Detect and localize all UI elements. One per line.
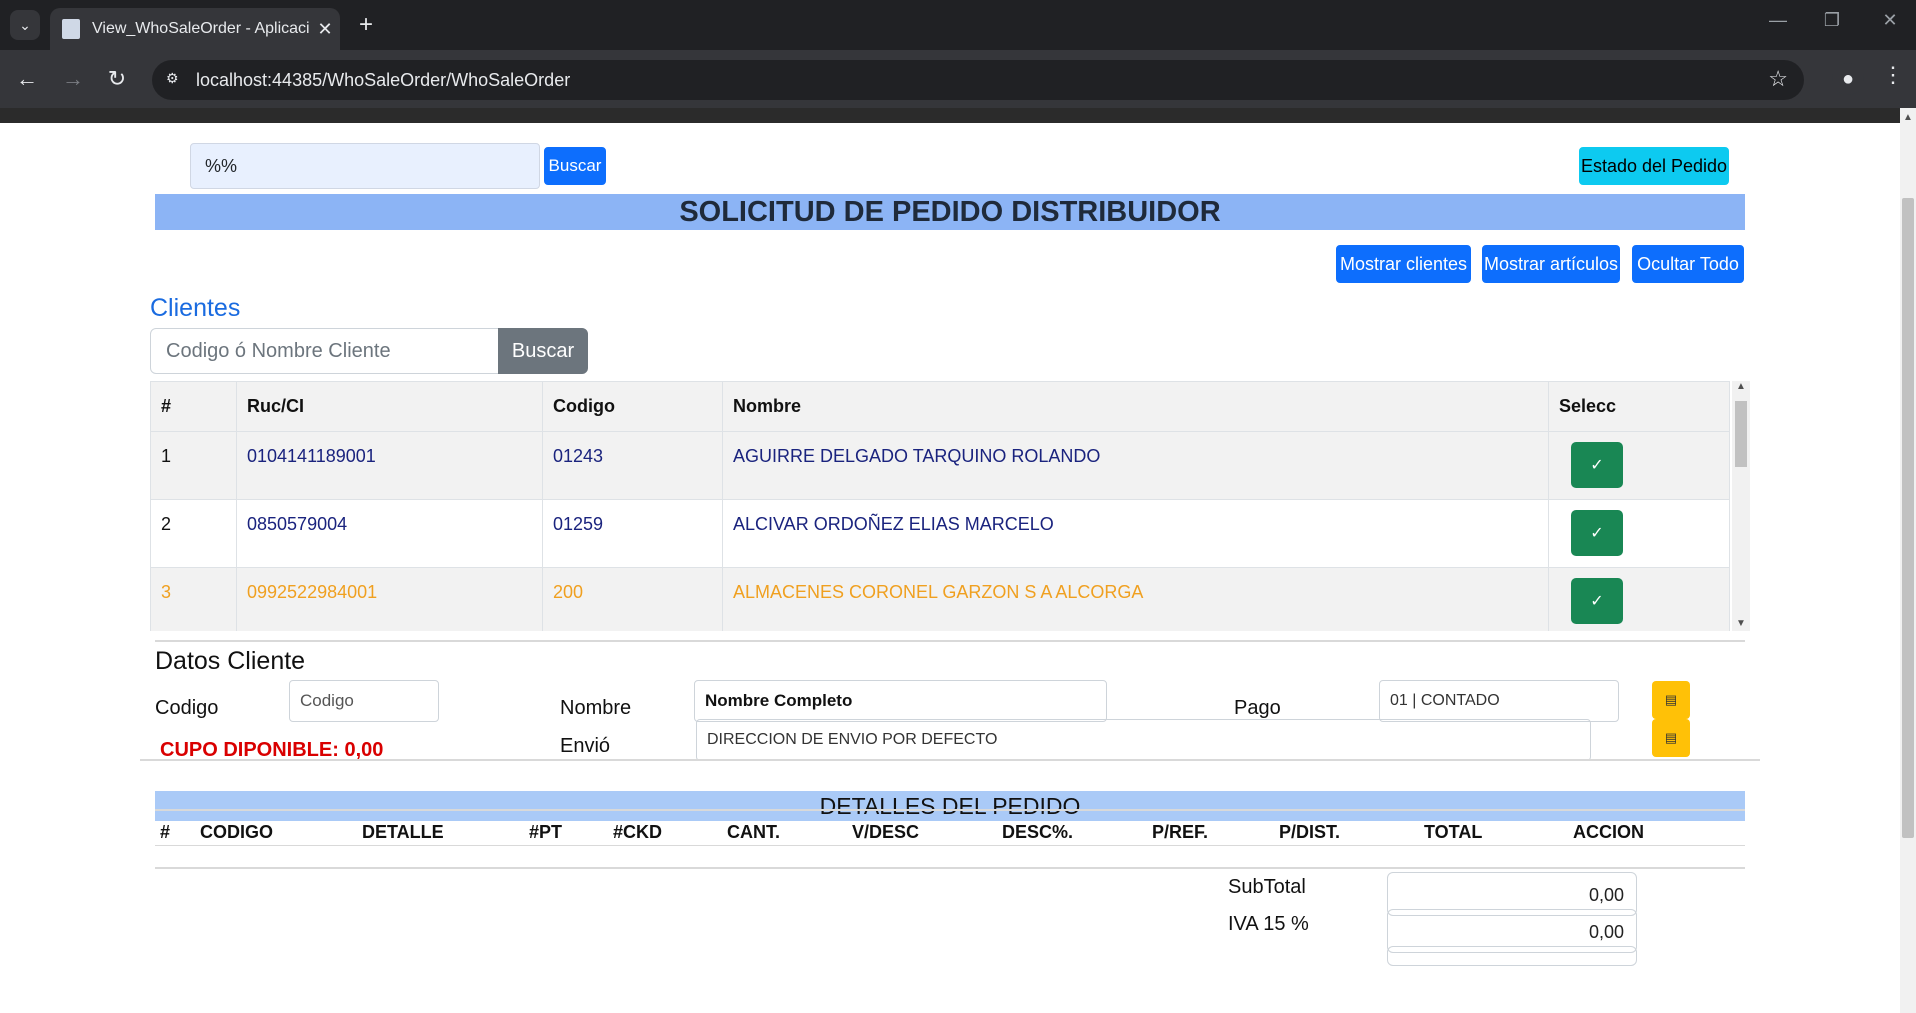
clients-table: # Ruc/CI Codigo Nombre Selecc 1 01041411… — [150, 381, 1750, 631]
nombre-input[interactable]: Nombre Completo — [694, 680, 1107, 722]
det-col-total: TOTAL — [1424, 822, 1483, 842]
divider — [155, 867, 1745, 869]
row-select-cell: ✓ — [1548, 567, 1730, 631]
col-header-nombre: Nombre — [722, 381, 1549, 432]
mostrar-clientes-button[interactable]: Mostrar clientes — [1336, 245, 1471, 283]
address-bar[interactable]: ⚙ localhost:44385/WhoSaleOrder/WhoSaleOr… — [152, 60, 1804, 100]
det-col-cant: CANT. — [727, 822, 780, 842]
det-col-num: # — [160, 822, 171, 842]
select-check-icon[interactable]: ✓ — [1571, 578, 1623, 624]
back-icon[interactable]: ← — [12, 64, 42, 94]
detalles-title: DETALLES DEL PEDIDO — [155, 791, 1745, 821]
det-col-accion: ACCION — [1573, 822, 1644, 842]
table-scrollbar[interactable]: ▲ ▼ — [1732, 381, 1750, 631]
envio-select-icon[interactable]: ▤ — [1652, 719, 1690, 757]
row-ruc: 0992522984001 — [236, 567, 543, 631]
reload-icon[interactable]: ↻ — [102, 64, 132, 94]
det-col-pt: #PT — [529, 822, 563, 842]
pago-label: Pago — [1234, 697, 1281, 719]
det-col-pref: P/REF. — [1152, 822, 1209, 842]
row-ruc: 0850579004 — [236, 499, 543, 568]
nombre-label: Nombre — [560, 697, 632, 719]
clientes-title: Clientes — [150, 294, 241, 322]
mostrar-articulos-button[interactable]: Mostrar artículos — [1482, 245, 1620, 283]
url-text: localhost:44385/WhoSaleOrder/WhoSaleOrde… — [196, 69, 571, 90]
scroll-up-arrow-icon[interactable]: ▲ — [1903, 112, 1913, 123]
select-check-icon[interactable]: ✓ — [1571, 442, 1623, 488]
det-col-vdesc: V/DESC — [852, 822, 920, 842]
envio-label: Envió — [560, 735, 611, 757]
col-header-num: # — [150, 381, 237, 432]
order-search-input[interactable]: %% — [190, 143, 540, 189]
divider — [155, 640, 1745, 642]
scroll-up-arrow-icon[interactable]: ▲ — [1736, 381, 1746, 392]
subtotal-label: SubTotal — [1228, 876, 1306, 898]
pago-input[interactable]: 01 | CONTADO — [1379, 680, 1619, 722]
close-tab-icon[interactable]: ✕ — [310, 19, 340, 40]
row-number: 2 — [150, 499, 237, 568]
client-search-input[interactable]: Codigo ó Nombre Cliente — [150, 328, 500, 374]
col-header-codigo: Codigo — [542, 381, 723, 432]
page-scrollbar[interactable]: ▲ — [1900, 108, 1916, 1013]
total-input[interactable] — [1387, 946, 1637, 966]
divider — [155, 845, 1745, 846]
datos-cliente-title: Datos Cliente — [155, 647, 306, 675]
restore-icon[interactable]: ❐ — [1812, 10, 1852, 31]
forward-icon[interactable]: → — [58, 64, 88, 94]
col-header-ruc: Ruc/CI — [236, 381, 543, 432]
row-nombre: ALCIVAR ORDOÑEZ ELIAS MARCELO — [722, 499, 1549, 568]
window-close-icon[interactable]: ✕ — [1870, 10, 1910, 31]
det-col-codigo: CODIGO — [200, 822, 274, 842]
page-title: SOLICITUD DE PEDIDO DISTRIBUIDOR — [155, 194, 1745, 230]
det-col-ckd: #CKD — [613, 822, 663, 842]
det-col-pdist: P/DIST. — [1279, 822, 1341, 842]
row-codigo: 01259 — [542, 499, 723, 568]
page-icon — [62, 19, 80, 39]
tab-title: View_WhoSaleOrder - Aplicació — [92, 20, 310, 37]
browser-tabbar: ⌄ View_WhoSaleOrder - Aplicació ✕ + — ❐ … — [0, 0, 1916, 50]
divider — [140, 759, 1760, 761]
divider — [155, 809, 1745, 811]
codigo-label: Codigo — [155, 697, 219, 719]
row-number: 1 — [150, 431, 237, 500]
scroll-thumb[interactable] — [1902, 198, 1914, 838]
page-content: %% Buscar Estado del Pedido SOLICITUD DE… — [0, 123, 1900, 1013]
minimize-icon[interactable]: — — [1758, 10, 1798, 31]
row-nombre: AGUIRRE DELGADO TARQUINO ROLANDO — [722, 431, 1549, 500]
ocultar-todo-button[interactable]: Ocultar Todo — [1632, 245, 1744, 283]
table-row: 3 0992522984001 200 ALMACENES CORONEL GA… — [150, 567, 1730, 631]
table-header-row: # Ruc/CI Codigo Nombre Selecc — [150, 381, 1730, 432]
codigo-input[interactable]: Codigo — [289, 680, 439, 722]
new-tab-icon[interactable]: + — [352, 10, 380, 40]
bookmark-star-icon[interactable]: ☆ — [1768, 66, 1788, 92]
estado-pedido-button[interactable]: Estado del Pedido — [1579, 147, 1729, 185]
row-codigo: 01243 — [542, 431, 723, 500]
site-info-icon[interactable]: ⚙ — [166, 70, 186, 90]
table-scroll-thumb[interactable] — [1735, 401, 1747, 467]
table-row: 1 0104141189001 01243 AGUIRRE DELGADO TA… — [150, 431, 1730, 500]
row-codigo: 200 — [542, 567, 723, 631]
order-search-button[interactable]: Buscar — [544, 147, 606, 185]
profile-icon[interactable]: ● — [1832, 63, 1864, 95]
select-check-icon[interactable]: ✓ — [1571, 510, 1623, 556]
page-navbar — [0, 108, 1900, 123]
det-col-detalle: DETALLE — [362, 822, 444, 842]
scroll-down-arrow-icon[interactable]: ▼ — [1736, 618, 1746, 629]
row-select-cell: ✓ — [1548, 431, 1730, 500]
row-ruc: 0104141189001 — [236, 431, 543, 500]
menu-kebab-icon[interactable]: ⋮ — [1882, 62, 1904, 88]
tab-search-icon[interactable]: ⌄ — [10, 10, 40, 40]
client-search-button[interactable]: Buscar — [498, 328, 588, 374]
row-number: 3 — [150, 567, 237, 631]
row-nombre: ALMACENES CORONEL GARZON S A ALCORGA — [722, 567, 1549, 631]
row-select-cell: ✓ — [1548, 499, 1730, 568]
browser-tab[interactable]: View_WhoSaleOrder - Aplicació ✕ — [50, 8, 340, 50]
table-row: 2 0850579004 01259 ALCIVAR ORDOÑEZ ELIAS… — [150, 499, 1730, 568]
iva-label: IVA 15 % — [1228, 913, 1309, 935]
browser-toolbar: ← → ↻ ⚙ localhost:44385/WhoSaleOrder/Who… — [0, 50, 1916, 108]
col-header-selecc: Selecc — [1548, 381, 1730, 432]
pago-select-icon[interactable]: ▤ — [1652, 681, 1690, 719]
envio-input[interactable]: DIRECCION DE ENVIO POR DEFECTO — [696, 719, 1591, 761]
det-col-desc: DESC%. — [1002, 822, 1074, 842]
